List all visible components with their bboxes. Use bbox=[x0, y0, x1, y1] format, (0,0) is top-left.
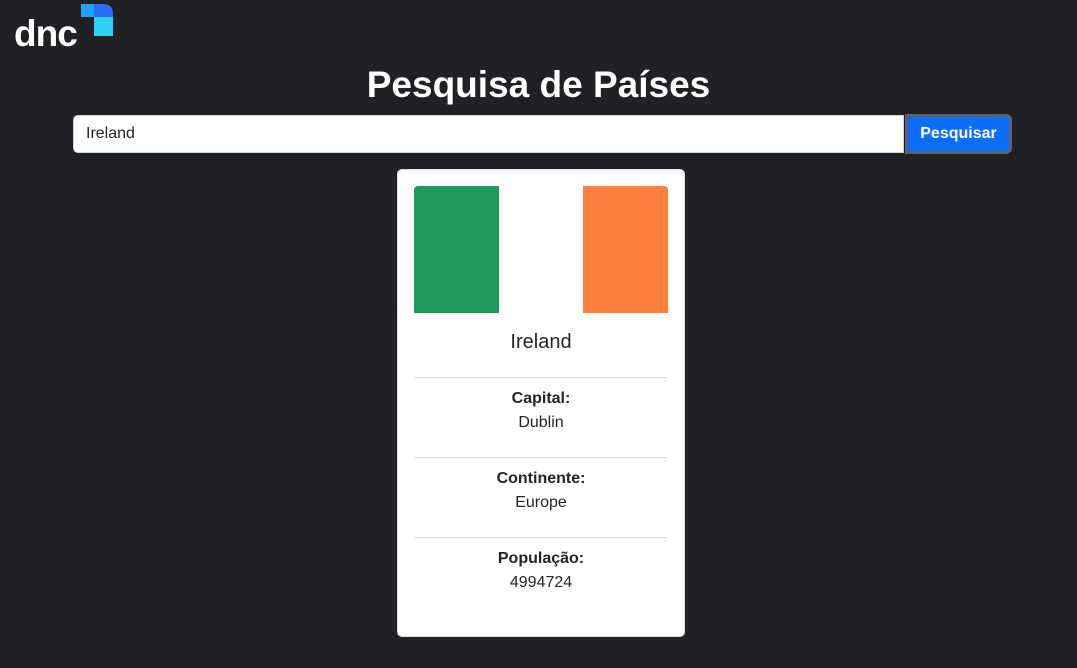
country-card: Ireland Capital: Dublin Continente: Euro… bbox=[397, 169, 685, 637]
capital-label: Capital: bbox=[511, 390, 571, 407]
logo-mark-icon bbox=[81, 4, 113, 36]
logo-text: dnc bbox=[14, 13, 78, 54]
info-capital: Capital: Dublin bbox=[414, 377, 668, 457]
flag-stripe-white bbox=[498, 186, 584, 313]
logo: dnc bbox=[14, 4, 114, 56]
search-input[interactable] bbox=[73, 115, 904, 153]
population-value: 4994724 bbox=[509, 574, 573, 591]
country-name: Ireland bbox=[510, 331, 572, 353]
country-flag bbox=[414, 186, 668, 313]
flag-stripe-green bbox=[414, 186, 499, 313]
page-title: Pesquisa de Países bbox=[366, 64, 711, 105]
country-info-list: Capital: Dublin Continente: Europe Popul… bbox=[414, 377, 668, 617]
info-continent: Continente: Europe bbox=[414, 457, 668, 537]
flag-stripe-orange bbox=[583, 186, 668, 313]
continent-label: Continente: bbox=[496, 470, 586, 487]
capital-value: Dublin bbox=[518, 414, 564, 431]
search-bar: Pesquisar bbox=[73, 114, 1012, 155]
continent-value: Europe bbox=[515, 494, 567, 511]
search-button[interactable]: Pesquisar bbox=[905, 114, 1012, 154]
info-population: População: 4994724 bbox=[414, 537, 668, 617]
population-label: População: bbox=[497, 550, 585, 567]
